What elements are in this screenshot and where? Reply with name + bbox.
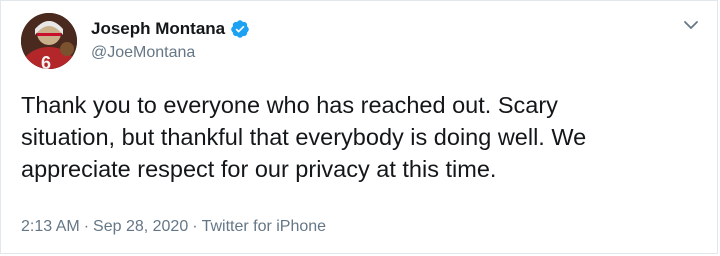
- chevron-down-icon[interactable]: [681, 15, 701, 35]
- author-name[interactable]: Joseph Montana: [91, 19, 250, 39]
- avatar-image: 6: [21, 13, 77, 69]
- tweet-text-line: Thank you to everyone who has reached ou…: [21, 92, 558, 118]
- tweet-meta: 2:13 AM · Sep 28, 2020 · Twitter for iPhone: [21, 218, 326, 236]
- verified-badge-icon: [231, 20, 249, 38]
- author-handle[interactable]: @JoeMontana: [91, 44, 195, 62]
- tweet-text-line: appreciate respect for our privacy at th…: [21, 156, 497, 182]
- tweet-text-line: situation, but thankful that everybody i…: [21, 124, 587, 150]
- tweet-time[interactable]: 2:13 AM: [21, 218, 80, 235]
- svg-text:6: 6: [41, 53, 51, 69]
- tweet-date[interactable]: Sep 28, 2020: [93, 218, 188, 235]
- author-name-text: Joseph Montana: [91, 19, 226, 38]
- tweet-source[interactable]: Twitter for iPhone: [202, 218, 327, 235]
- meta-separator: ·: [83, 218, 90, 235]
- tweet-card: 6 Joseph Montana @JoeMontana Thank you t…: [0, 0, 718, 254]
- meta-separator: ·: [192, 218, 198, 235]
- tweet-text: Thank you to everyone who has reached ou…: [21, 89, 701, 185]
- avatar[interactable]: 6: [21, 13, 77, 69]
